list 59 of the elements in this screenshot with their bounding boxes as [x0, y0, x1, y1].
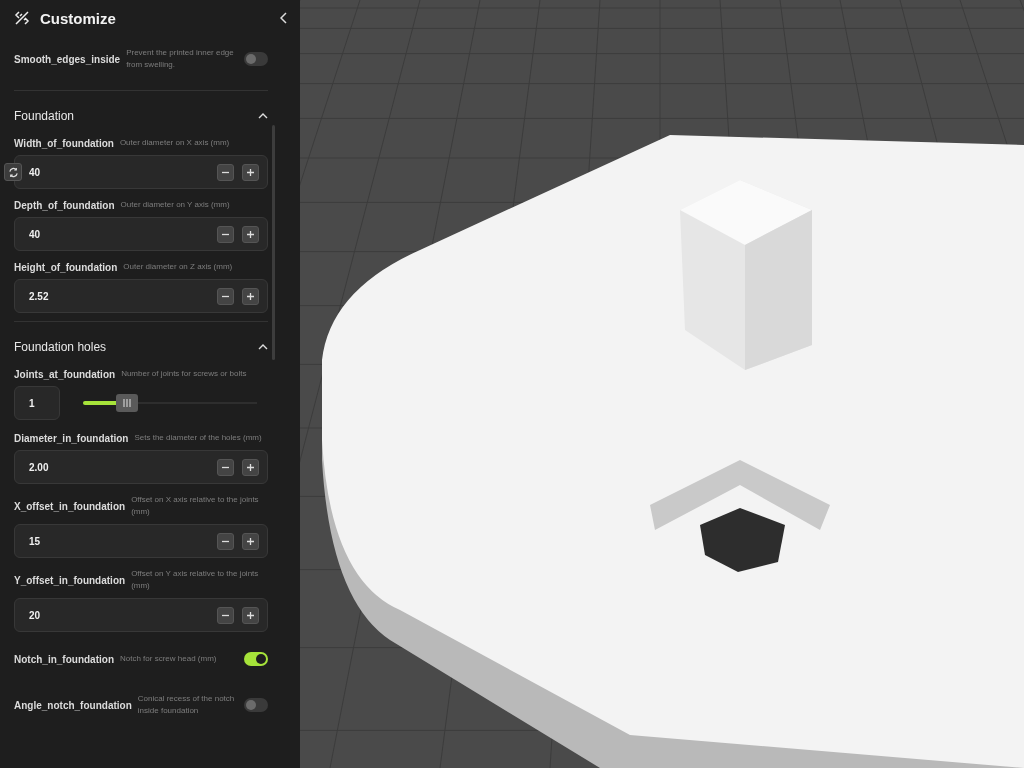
plus-icon — [246, 536, 255, 546]
field-label: Notch_in_foundation — [14, 653, 114, 665]
increment-button[interactable] — [242, 163, 259, 181]
plus-icon — [246, 167, 255, 177]
field-label: Depth_of_foundation — [14, 199, 115, 211]
chevron-icon[interactable] — [258, 344, 268, 350]
decrement-button[interactable] — [217, 225, 234, 243]
decrement-button[interactable] — [217, 458, 234, 476]
collapse-icon[interactable] — [280, 12, 288, 24]
reset-button[interactable] — [4, 163, 22, 181]
toggle-switch[interactable] — [244, 698, 268, 712]
field-description: Outer diameter on Z axis (mm) — [123, 261, 234, 273]
field-description: Offset on Y axis relative to the joints (mm) — [131, 568, 260, 592]
chevron-icon[interactable] — [258, 113, 268, 119]
field-description: Prevent the printed inner edge from swelling. — [126, 47, 235, 71]
section-title[interactable]: Foundation — [14, 109, 75, 123]
field-description: Sets the diameter of the holes (mm) — [134, 432, 263, 444]
value-field[interactable]: 1 — [14, 386, 60, 420]
section-title[interactable]: Foundation holes — [14, 340, 107, 354]
field-label: Diameter_in_foundation — [14, 432, 129, 444]
toggle-switch[interactable] — [244, 652, 268, 666]
field-description: Number of joints for screws or bolts — [121, 368, 248, 380]
field-description: Conical recess of the notch inside foundation — [137, 693, 236, 717]
increment-button[interactable] — [242, 225, 259, 243]
field-description: Offset on X axis relative to the joints (mm) — [131, 494, 260, 518]
panel-title: Customize — [40, 9, 117, 27]
plus-icon — [246, 610, 255, 620]
number-field[interactable]: 2.00 — [14, 450, 268, 484]
field-label: Height_of_foundation — [14, 261, 118, 273]
field-description: Outer diameter on Y axis (mm) — [120, 199, 231, 211]
ruler-pencil-icon — [14, 10, 30, 26]
field-label: Smooth_edges_inside — [14, 53, 121, 65]
number-field[interactable]: 40 — [14, 217, 268, 251]
decrement-button[interactable] — [217, 532, 234, 550]
decrement-button[interactable] — [217, 287, 234, 305]
increment-button[interactable] — [242, 287, 259, 305]
number-field[interactable]: 15 — [14, 524, 268, 558]
refresh-icon — [7, 166, 19, 178]
increment-button[interactable] — [242, 532, 259, 550]
plus-icon — [246, 291, 255, 301]
number-field[interactable]: 2.52 — [14, 279, 268, 313]
field-description: Outer diameter on X axis (mm) — [119, 137, 231, 149]
field-label: Width_of_foundation — [14, 137, 114, 149]
plus-icon — [246, 462, 255, 472]
increment-button[interactable] — [242, 606, 259, 624]
number-field[interactable]: 40 — [14, 155, 268, 189]
slider-thumb[interactable] — [115, 394, 138, 412]
increment-button[interactable] — [242, 458, 259, 476]
decrement-button[interactable] — [217, 606, 234, 624]
plus-icon — [246, 229, 255, 239]
field-description: Notch for screw head (mm) — [120, 653, 218, 665]
field-label: Y_offset_in_foundation — [14, 574, 126, 586]
decrement-button[interactable] — [217, 163, 234, 181]
number-field[interactable]: 20 — [14, 598, 268, 632]
field-label: X_offset_in_foundation — [14, 500, 126, 512]
field-label: Joints_at_foundation — [14, 368, 116, 380]
toggle-switch[interactable] — [244, 52, 268, 66]
grip-icon — [121, 399, 132, 407]
field-label: Angle_notch_foundation — [14, 699, 132, 711]
